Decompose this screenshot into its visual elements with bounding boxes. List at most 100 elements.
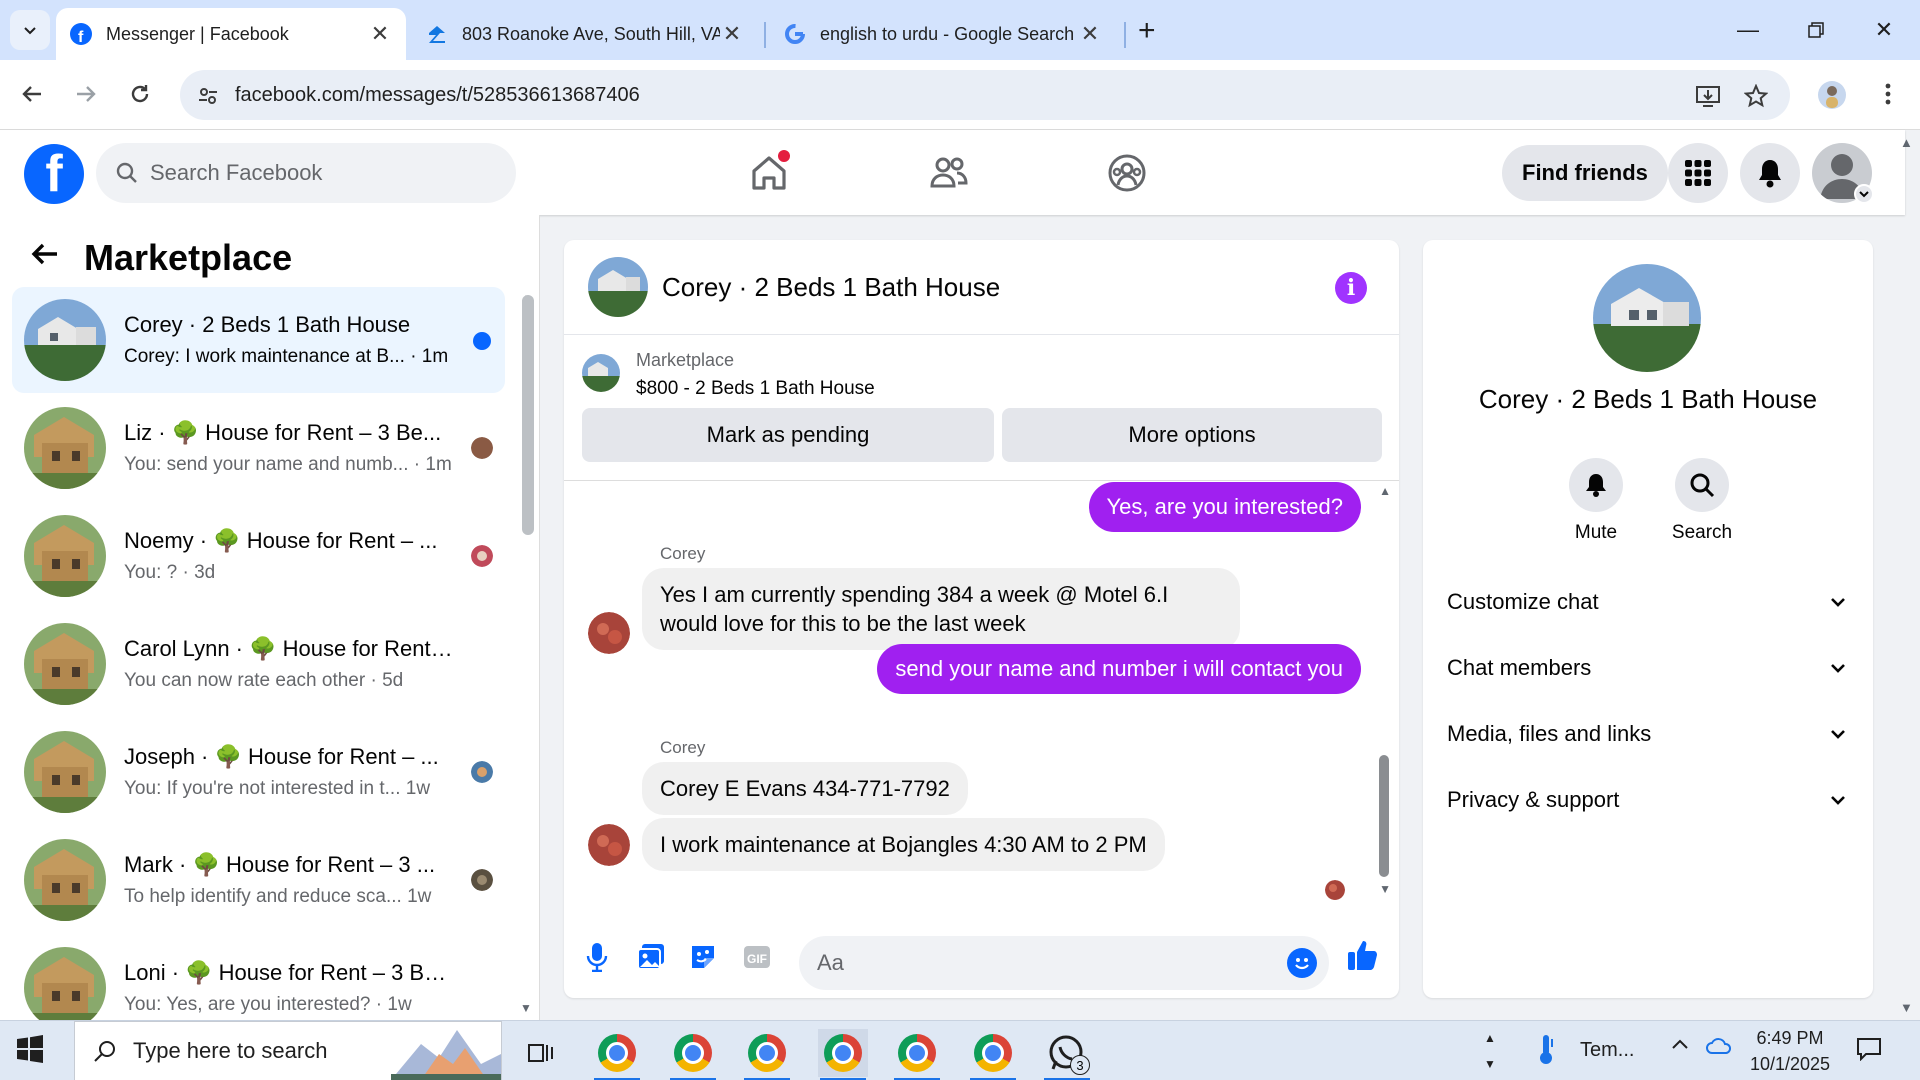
profile-button[interactable] xyxy=(1814,77,1850,113)
windows-start-button[interactable] xyxy=(16,1035,46,1065)
profile-avatar-icon xyxy=(1818,81,1846,109)
back-button[interactable] xyxy=(14,76,50,112)
close-window-button[interactable]: ✕ xyxy=(1864,10,1904,50)
taskbar-chrome-4[interactable] xyxy=(818,1029,868,1080)
back-arrow-icon[interactable] xyxy=(30,239,60,278)
conversation-item[interactable]: Corey · 2 Beds 1 Bath House Corey: I wor… xyxy=(12,287,505,393)
taskbar-scroll-arrows[interactable]: ▲ ▼ xyxy=(1484,1025,1496,1077)
incoming-message[interactable]: Corey E Evans 434-771-7792 xyxy=(642,762,968,815)
restore-button[interactable] xyxy=(1796,10,1836,50)
weather-widget[interactable] xyxy=(1536,1033,1556,1071)
task-view-icon xyxy=(528,1044,553,1062)
conversation-avatar[interactable] xyxy=(1593,264,1701,372)
task-view-button[interactable] xyxy=(516,1029,566,1077)
emoji-icon[interactable] xyxy=(1287,948,1317,978)
listing-title[interactable]: $800 - 2 Beds 1 Bath House xyxy=(636,378,875,400)
message-input[interactable]: Aa xyxy=(799,936,1329,990)
outgoing-message[interactable]: send your name and number i will contact… xyxy=(877,644,1361,694)
taskbar-search-box[interactable]: Type here to search xyxy=(74,1021,502,1080)
taskbar-chrome-1[interactable] xyxy=(592,1029,642,1080)
conversation-list-scrollbar[interactable] xyxy=(522,295,534,535)
tab-zillow[interactable]: 803 Roanoke Ave, South Hill, VA ✕ xyxy=(412,8,758,60)
close-tab-icon[interactable]: ✕ xyxy=(720,21,744,47)
chat-members-section[interactable]: Chat members xyxy=(1447,638,1847,698)
info-icon[interactable]: i xyxy=(1335,272,1367,304)
listing-label: Marketplace xyxy=(636,350,735,370)
outgoing-message[interactable]: Yes, are you interested? xyxy=(1088,482,1361,532)
bookmark-star-icon[interactable] xyxy=(1742,82,1770,110)
taskbar-chrome-3[interactable] xyxy=(742,1029,792,1080)
taskbar-chrome-6[interactable] xyxy=(968,1029,1018,1080)
forward-button[interactable] xyxy=(68,76,104,112)
message-sender: Corey xyxy=(660,738,706,757)
friends-nav[interactable] xyxy=(924,148,974,198)
close-tab-icon[interactable]: ✕ xyxy=(368,21,392,47)
read-receipt-avatar xyxy=(471,437,493,459)
photo-icon[interactable] xyxy=(634,940,668,974)
media-files-links-section[interactable]: Media, files and links xyxy=(1447,704,1847,764)
conversation-item[interactable]: Carol Lynn · 🌳 House for Rent –... You c… xyxy=(12,611,505,717)
mute-action[interactable]: Mute xyxy=(1551,458,1641,544)
message-thread: Yes, are you interested? Corey Yes I am … xyxy=(564,482,1399,912)
show-hidden-icons[interactable] xyxy=(1670,1035,1690,1061)
tab-google[interactable]: english to urdu - Google Search ✕ xyxy=(770,8,1116,60)
tab-messenger[interactable]: f Messenger | Facebook ✕ xyxy=(56,8,406,60)
privacy-support-section[interactable]: Privacy & support xyxy=(1447,770,1847,830)
facebook-search-input[interactable]: Search Facebook xyxy=(96,143,516,203)
gif-icon[interactable]: GIF xyxy=(740,940,774,974)
conversation-time: · 1w xyxy=(375,994,412,1015)
minimize-button[interactable]: — xyxy=(1728,10,1768,50)
chat-avatar[interactable] xyxy=(588,257,648,317)
tab-search-button[interactable] xyxy=(10,10,50,50)
home-nav[interactable] xyxy=(744,148,794,198)
mark-as-pending-button[interactable]: Mark as pending xyxy=(582,408,994,462)
incoming-message[interactable]: I work maintenance at Bojangles 4:30 AM … xyxy=(642,818,1165,871)
conversation-item[interactable]: Liz · 🌳 House for Rent – 3 Be... You: se… xyxy=(12,395,505,501)
page-scroll-up-arrow[interactable]: ▲ xyxy=(1900,135,1913,150)
conversation-item[interactable]: Mark · 🌳 House for Rent – 3 ... To help … xyxy=(12,827,505,933)
microphone-icon[interactable] xyxy=(580,940,614,974)
sender-avatar[interactable] xyxy=(588,824,630,866)
search-action[interactable]: Search xyxy=(1657,458,1747,544)
account-chevron-icon[interactable] xyxy=(1854,184,1874,204)
system-clock[interactable]: 6:49 PM 10/1/2025 xyxy=(1745,1025,1835,1077)
taskbar-chrome-2[interactable] xyxy=(668,1029,718,1080)
conversation-item[interactable]: Loni · 🌳 House for Rent – 3 Bed... You: … xyxy=(12,935,505,1020)
taskbar-chrome-5[interactable] xyxy=(892,1029,942,1080)
menu-button[interactable] xyxy=(1668,143,1728,203)
reload-button[interactable] xyxy=(122,76,158,112)
customize-chat-section[interactable]: Customize chat xyxy=(1447,572,1847,632)
chat-scroll-down-arrow[interactable]: ▼ xyxy=(1379,882,1391,896)
notification-center-button[interactable] xyxy=(1856,1037,1882,1067)
tab-separator xyxy=(764,22,766,48)
find-friends-button[interactable]: Find friends xyxy=(1502,145,1668,201)
chat-title[interactable]: Corey · 2 Beds 1 Bath House xyxy=(662,272,1000,303)
address-bar[interactable]: facebook.com/messages/t/528536613687406 xyxy=(180,70,1790,120)
conversation-preview: You: ? xyxy=(124,562,178,583)
section-label: Privacy & support xyxy=(1447,787,1620,812)
onedrive-icon[interactable] xyxy=(1706,1035,1732,1063)
groups-nav[interactable] xyxy=(1102,148,1152,198)
conversation-item[interactable]: Joseph · 🌳 House for Rent – ... You: If … xyxy=(12,719,505,825)
notifications-button[interactable] xyxy=(1740,143,1800,203)
close-tab-icon[interactable]: ✕ xyxy=(1078,21,1102,47)
chat-scrollbar[interactable] xyxy=(1379,755,1389,877)
incoming-message[interactable]: Yes I am currently spending 384 a week @… xyxy=(642,568,1240,650)
conversation-name: Noemy · 🌳 House for Rent – ... xyxy=(124,528,438,553)
sticker-icon[interactable] xyxy=(686,940,720,974)
listing-thumbnail xyxy=(24,515,106,597)
sender-avatar[interactable] xyxy=(588,612,630,654)
conversation-item[interactable]: Noemy · 🌳 House for Rent – ... You: ? · … xyxy=(12,503,505,609)
chat-scroll-up-arrow[interactable]: ▲ xyxy=(1379,484,1391,498)
more-options-button[interactable]: More options xyxy=(1002,408,1382,462)
site-settings-icon[interactable] xyxy=(194,82,222,110)
new-tab-button[interactable]: + xyxy=(1138,14,1156,48)
listing-thumbnail[interactable] xyxy=(582,354,620,392)
browser-menu-button[interactable] xyxy=(1870,76,1906,112)
install-app-icon[interactable] xyxy=(1694,82,1722,110)
page-scroll-down-arrow[interactable]: ▼ xyxy=(1900,1000,1913,1015)
facebook-logo-icon[interactable]: f xyxy=(24,144,84,204)
thumbs-up-icon[interactable] xyxy=(1346,938,1380,972)
taskbar-whatsapp[interactable]: 3 xyxy=(1042,1029,1092,1080)
scroll-down-arrow[interactable]: ▼ xyxy=(520,1001,532,1015)
